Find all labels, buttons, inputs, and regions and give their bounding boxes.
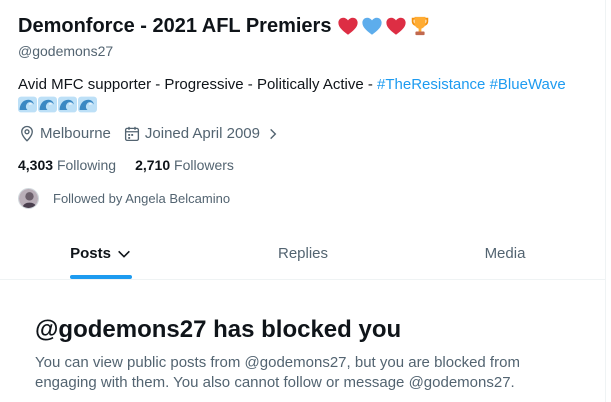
blocked-message: You can view public posts from @godemons… (35, 354, 520, 391)
location-pin-icon (21, 125, 33, 142)
following-count: 4,303 (18, 157, 54, 173)
red-heart-icon (338, 17, 359, 35)
display-name-text: Demonforce - 2021 AFL Premiers (18, 15, 332, 37)
display-name: Demonforce - 2021 AFL Premiers (18, 12, 595, 40)
tab-media-label: Media (484, 245, 526, 262)
follow-stats: 4,303 Following 2,710 Followers (18, 156, 595, 174)
tab-posts[interactable]: Posts (0, 228, 202, 279)
followers-link[interactable]: 2,710 Followers (135, 156, 234, 174)
chevron-right-icon (270, 128, 277, 140)
blocked-title: @godemons27 has blocked you (35, 316, 402, 343)
blue-heart-icon (362, 17, 383, 35)
followed-by-text: Followed by Angela Belcamino (53, 191, 231, 206)
location-text: Melbourne (40, 125, 111, 142)
profile-tabs: Posts Replies Media (0, 228, 606, 280)
location: Melbourne (18, 124, 111, 144)
active-tab-indicator (70, 275, 132, 279)
profile-panel: Demonforce - 2021 AFL Premiers @godemons… (0, 0, 606, 402)
followers-count: 2,710 (135, 157, 171, 173)
following-link[interactable]: 4,303 Following (18, 156, 116, 174)
tab-replies[interactable]: Replies (202, 228, 404, 279)
joined-text: Joined April 2009 (144, 125, 260, 142)
bio-emojis (18, 96, 595, 113)
following-label: Following (56, 157, 117, 173)
water-wave-icon (38, 96, 57, 113)
profile-header: Demonforce - 2021 AFL Premiers @godemons… (18, 12, 595, 209)
profile-bio: Avid MFC supporter - Progressive - Polit… (18, 75, 595, 113)
avatar (18, 188, 39, 209)
profile-handle: @godemons27 (18, 43, 114, 59)
red-heart-icon (386, 17, 407, 35)
hashtag-link[interactable]: #TheResistance (377, 76, 485, 93)
bio-text: Avid MFC supporter - Progressive - Polit… (18, 76, 377, 93)
tab-posts-label: Posts (70, 245, 111, 262)
water-wave-icon (58, 96, 77, 113)
trophy-icon (412, 16, 429, 36)
calendar-icon (124, 126, 139, 142)
joined-date[interactable]: Joined April 2009 (123, 124, 280, 144)
profile-meta: Melbourne Joined April 2009 (18, 124, 595, 144)
followed-by-row[interactable]: Followed by Angela Belcamino (18, 188, 595, 209)
chevron-down-icon (118, 250, 130, 258)
water-wave-icon (18, 96, 37, 113)
hashtag-link[interactable]: #BlueWave (490, 76, 566, 93)
name-emojis (337, 15, 431, 37)
followers-label: Followers (174, 157, 234, 173)
tab-replies-label: Replies (277, 245, 329, 262)
avatar-image (19, 189, 38, 208)
water-wave-icon (78, 96, 97, 113)
tab-media[interactable]: Media (404, 228, 606, 279)
blocked-notice: @godemons27 has blocked you You can view… (35, 316, 585, 393)
